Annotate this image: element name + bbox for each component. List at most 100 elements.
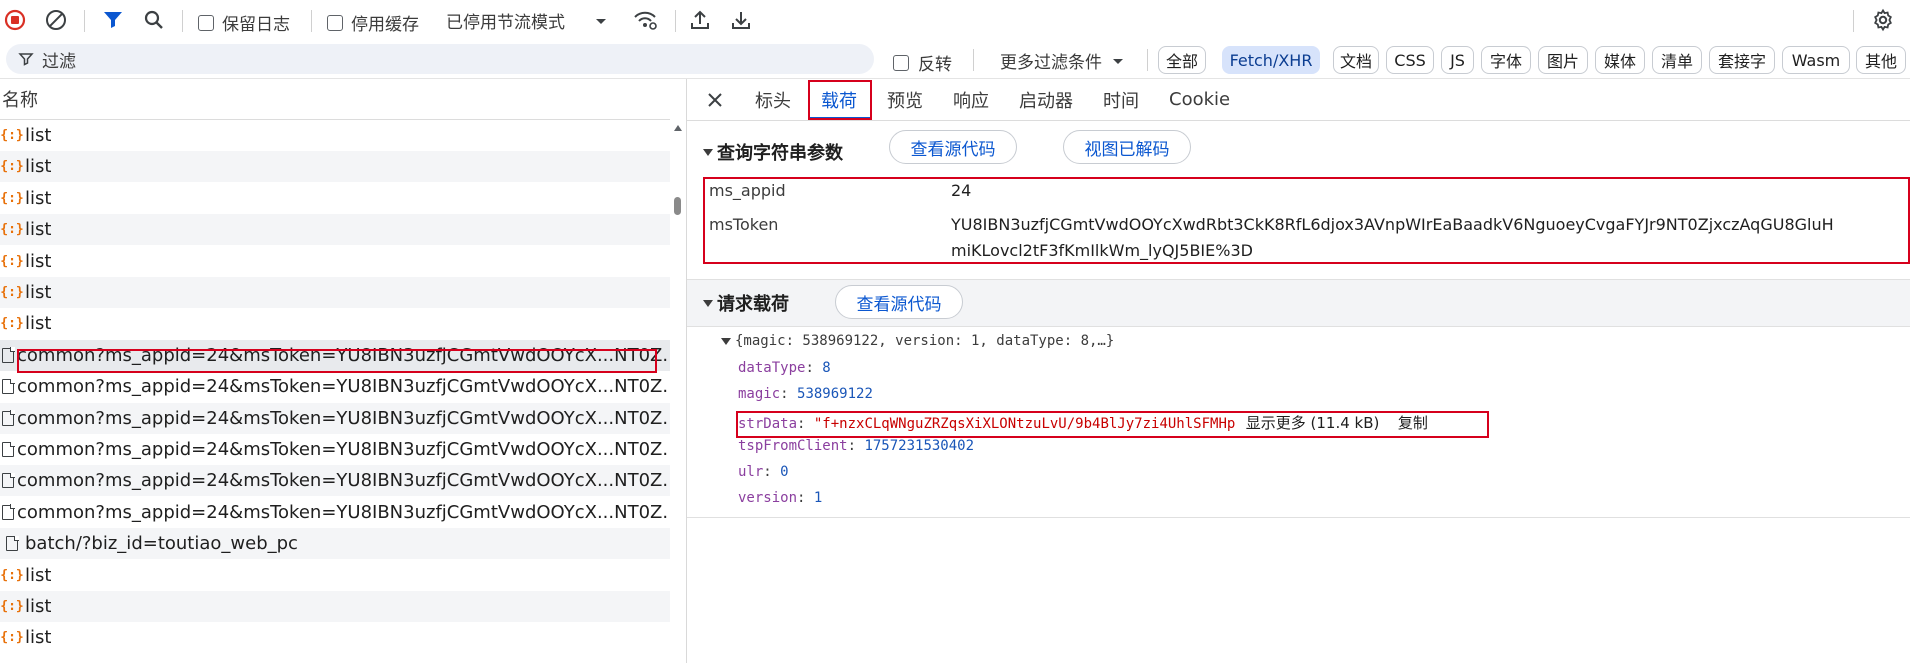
tab-response[interactable]: 响应	[953, 79, 989, 120]
request-row[interactable]: {:} list	[0, 151, 670, 183]
invert-toggle[interactable]: 反转	[893, 50, 952, 75]
more-filters-label: 更多过滤条件	[1000, 52, 1102, 73]
column-name-header[interactable]: 名称	[2, 86, 38, 112]
xhr-braces-icon: {:}	[0, 567, 24, 583]
chip-media[interactable]: 媒体	[1595, 46, 1645, 74]
request-row[interactable]: common?ms_appid=24&msToken=YU8IBN3uzfjCG…	[0, 465, 670, 497]
xhr-braces-icon: {:}	[0, 599, 24, 614]
request-list-scrollbar[interactable]	[672, 119, 684, 663]
request-row[interactable]: {:} list	[0, 120, 670, 151]
request-row[interactable]: {:} list	[0, 183, 670, 214]
section-expand-icon	[703, 299, 713, 307]
document-icon	[2, 378, 15, 395]
filter-funnel-icon[interactable]	[101, 8, 125, 32]
field-value: "f+nzxCLqWNguZRZqsXiXLONtzuLvU/9b4BlJy7z…	[813, 416, 1236, 432]
preserve-log-toggle[interactable]: 保留日志	[198, 10, 290, 35]
xhr-braces-icon: {:}	[0, 190, 24, 206]
chip-font[interactable]: 字体	[1481, 46, 1531, 74]
tree-expand-icon	[721, 337, 731, 345]
request-name: list	[25, 627, 52, 649]
request-row[interactable]: {:} list	[0, 277, 670, 308]
disable-cache-checkbox[interactable]	[327, 14, 343, 31]
request-name: list	[25, 219, 52, 241]
chip-css[interactable]: CSS	[1386, 46, 1434, 74]
field-key: version	[738, 490, 798, 506]
request-row[interactable]: common?ms_appid=24&msToken=YU8IBN3uzfjCG…	[0, 339, 670, 371]
chip-doc[interactable]: 文档	[1333, 46, 1379, 74]
throttle-select[interactable]: 已停用节流模式	[446, 8, 607, 33]
search-icon[interactable]	[142, 8, 166, 32]
chip-fetch-xhr[interactable]: Fetch/XHR	[1222, 46, 1320, 74]
disable-cache-toggle[interactable]: 停用缓存	[327, 10, 419, 35]
view-decoded-button[interactable]: 视图已解码	[1063, 130, 1191, 164]
payload-field-strdata: strData: "f+nzxCLqWNguZRZqsXiXLONtzuLvU/…	[738, 414, 1428, 432]
close-detail-button[interactable]	[707, 79, 723, 120]
request-row[interactable]: {:} list	[0, 246, 670, 277]
request-name: list	[25, 125, 52, 146]
more-filters-dropdown[interactable]: 更多过滤条件	[1000, 48, 1124, 73]
request-row[interactable]: {:} list	[0, 622, 670, 653]
query-view-source-button[interactable]: 查看源代码	[889, 130, 1017, 164]
invert-checkbox[interactable]	[893, 54, 909, 71]
payload-field: dataType: 8	[738, 360, 831, 376]
tab-cookies[interactable]: Cookie	[1169, 79, 1230, 120]
field-value: 1757231530402	[864, 438, 975, 454]
request-name: list	[25, 187, 52, 209]
xhr-braces-icon: {:}	[0, 159, 24, 175]
chip-wasm[interactable]: Wasm	[1782, 46, 1850, 74]
field-key: ulr	[738, 464, 764, 480]
request-name: list	[25, 282, 52, 303]
tab-timing[interactable]: 时间	[1103, 79, 1139, 120]
preserve-log-checkbox[interactable]	[198, 14, 214, 31]
request-row[interactable]: common?ms_appid=24&msToken=YU8IBN3uzfjCG…	[0, 434, 670, 465]
section-expand-icon	[703, 148, 713, 156]
scroll-up-arrow-icon[interactable]	[674, 125, 682, 131]
show-more-button[interactable]: 显示更多 (11.4 kB)	[1246, 414, 1380, 432]
request-row[interactable]: common?ms_appid=24&msToken=YU8IBN3uzfjCG…	[0, 371, 670, 402]
request-row[interactable]: common?ms_appid=24&msToken=YU8IBN3uzfjCG…	[0, 402, 670, 434]
tab-preview[interactable]: 预览	[887, 79, 923, 120]
stop-recording-icon[interactable]	[3, 8, 27, 32]
tab-headers[interactable]: 标头	[755, 79, 791, 120]
request-row[interactable]: {:} list	[0, 591, 670, 622]
copy-button[interactable]: 复制	[1398, 414, 1428, 432]
settings-gear-icon[interactable]	[1871, 8, 1895, 32]
export-har-icon[interactable]	[729, 8, 753, 32]
document-icon	[2, 410, 15, 426]
xhr-braces-icon: {:}	[0, 316, 24, 332]
chip-js[interactable]: JS	[1441, 46, 1474, 74]
field-key: dataType	[738, 360, 806, 376]
network-conditions-icon[interactable]	[632, 8, 658, 32]
throttle-label: 已停用节流模式	[446, 12, 565, 33]
filter-divider	[1147, 49, 1148, 71]
clear-icon[interactable]	[44, 8, 68, 32]
request-row[interactable]: common?ms_appid=24&msToken=YU8IBN3uzfjCG…	[0, 497, 670, 528]
tab-payload[interactable]: 载荷	[821, 79, 857, 120]
request-row[interactable]: batch/?biz_id=toutiao_web_pc	[0, 528, 670, 560]
query-params-title: 查询字符串参数	[717, 143, 843, 164]
request-row[interactable]: {:} list	[0, 560, 670, 591]
request-name: common?ms_appid=24&msToken=YU8IBN3uzfjCG…	[17, 407, 670, 429]
filter-divider	[973, 49, 974, 71]
param-value: 24	[951, 181, 972, 200]
chip-all[interactable]: 全部	[1158, 46, 1206, 74]
scrollbar-thumb[interactable]	[674, 197, 681, 215]
chip-manifest[interactable]: 清单	[1652, 46, 1702, 74]
tab-initiator[interactable]: 启动器	[1019, 79, 1073, 120]
payload-tree-root[interactable]: {magic: 538969122, version: 1, dataType:…	[721, 333, 1114, 349]
document-icon	[2, 441, 15, 457]
query-params-section-header[interactable]: 查询字符串参数	[687, 127, 1910, 177]
request-row[interactable]: {:} list	[0, 308, 670, 339]
chip-img[interactable]: 图片	[1538, 46, 1588, 74]
request-name: list	[25, 313, 52, 335]
request-row[interactable]: {:} list	[0, 214, 670, 246]
field-value: 0	[780, 464, 789, 480]
request-name: common?ms_appid=24&msToken=YU8IBN3uzfjCG…	[17, 501, 670, 523]
chip-websocket[interactable]: 套接字	[1709, 46, 1775, 74]
filter-input[interactable]: 过滤	[6, 44, 874, 74]
chip-other[interactable]: 其他	[1856, 46, 1906, 74]
import-har-icon[interactable]	[688, 8, 712, 32]
chevron-down-icon	[595, 11, 607, 30]
request-name: common?ms_appid=24&msToken=YU8IBN3uzfjCG…	[17, 439, 670, 460]
payload-view-source-button[interactable]: 查看源代码	[835, 285, 963, 319]
